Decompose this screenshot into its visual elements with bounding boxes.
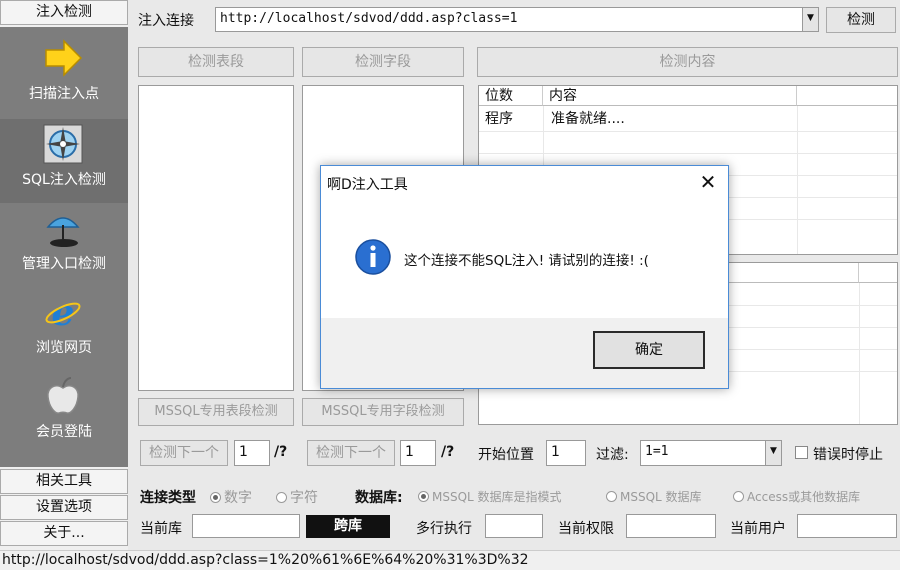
mssql-field-detect-button[interactable]: MSSQL专用字段检测 — [302, 398, 464, 426]
conn-char-label: 字符 — [290, 490, 318, 506]
mssql-table-detect-button[interactable]: MSSQL专用表段检测 — [138, 398, 294, 426]
column-header — [859, 263, 897, 283]
current-user-field[interactable] — [797, 514, 897, 538]
conn-number-radio[interactable]: 数字 — [210, 487, 252, 507]
umbrella-icon — [46, 217, 80, 247]
detect-next-button-2[interactable]: 检测下一个 — [307, 440, 395, 466]
message-dialog: 啊D注入工具 ✕ 这个连接不能SQL注入! 请试别的连接! :( 确定 — [320, 165, 729, 389]
radio-icon — [418, 491, 429, 502]
info-icon — [355, 239, 391, 275]
compass-icon — [43, 124, 83, 164]
sidebar-item-label: 会员登陆 — [36, 424, 92, 440]
radio-icon — [733, 491, 744, 502]
url-dropdown-arrow[interactable]: ▼ — [802, 8, 818, 31]
stop-on-error-checkbox[interactable] — [795, 446, 808, 459]
filter-select[interactable]: 1=1 — [640, 440, 782, 466]
detect-content-button[interactable]: 检测内容 — [477, 47, 898, 77]
radio-icon — [606, 491, 617, 502]
multi-exec-label: 多行执行 — [416, 521, 472, 537]
sidebar-item-sql-detect[interactable]: SQL注入检测 — [0, 119, 128, 203]
tab-injection-detect[interactable]: 注入检测 — [0, 0, 128, 25]
sidebar-item-scan[interactable]: 扫描注入点 — [0, 33, 128, 117]
sidebar-item-label: 浏览网页 — [36, 340, 92, 356]
dialog-message: 这个连接不能SQL注入! 请试别的连接! :( — [404, 253, 649, 269]
conn-number-label: 数字 — [224, 490, 252, 506]
dialog-title: 啊D注入工具 — [327, 177, 408, 193]
connection-type-label: 连接类型 — [140, 490, 196, 506]
check-button[interactable]: 检测 — [826, 7, 896, 33]
page-total-1: /? — [274, 444, 288, 460]
db-mssql-dba-label: MSSQL 数据库是指模式 — [432, 490, 562, 504]
column-header-digits[interactable]: 位数 — [479, 86, 543, 106]
multi-exec-field[interactable] — [485, 514, 543, 538]
database-label: 数据库: — [355, 490, 403, 506]
filter-dropdown-arrow[interactable]: ▼ — [765, 441, 781, 465]
start-position-label: 开始位置 — [478, 447, 534, 463]
sidebar: 注入检测 扫描注入点 SQL注入检测 管理入口检测 e 浏览网页 会员登陆 相关… — [0, 0, 128, 550]
cross-db-button[interactable]: 跨库 — [306, 515, 390, 538]
db-mssql-label: MSSQL 数据库 — [620, 490, 702, 504]
start-position-input[interactable]: 1 — [546, 440, 586, 466]
radio-icon — [210, 492, 221, 503]
db-access-radio[interactable]: Access或其他数据库 — [733, 488, 860, 505]
tab-related-tools[interactable]: 相关工具 — [0, 469, 128, 494]
detect-next-button-1[interactable]: 检测下一个 — [140, 440, 228, 466]
current-permission-field[interactable] — [626, 514, 716, 538]
tab-settings[interactable]: 设置选项 — [0, 495, 128, 520]
db-mssql-dba-radio[interactable]: MSSQL 数据库是指模式 — [418, 488, 562, 505]
conn-char-radio[interactable]: 字符 — [276, 487, 318, 507]
table-row-cell: 程序 — [485, 111, 513, 127]
sidebar-item-browse[interactable]: e 浏览网页 — [0, 287, 128, 371]
url-label: 注入连接 — [138, 13, 194, 29]
tab-about[interactable]: 关于... — [0, 521, 128, 546]
db-access-label: Access或其他数据库 — [747, 490, 861, 504]
current-db-label: 当前库 — [140, 521, 182, 537]
status-bar: http://localhost/sdvod/ddd.asp?class=1%2… — [0, 550, 900, 570]
arrow-right-icon — [45, 39, 83, 77]
svg-text:e: e — [52, 292, 75, 333]
sidebar-item-label: 管理入口检测 — [22, 256, 106, 272]
column-header-empty — [797, 86, 897, 106]
filter-label: 过滤: — [596, 447, 629, 463]
current-user-label: 当前用户 — [730, 521, 786, 537]
dialog-footer: 确定 — [321, 318, 728, 388]
current-permission-label: 当前权限 — [558, 521, 614, 537]
sidebar-panel: 扫描注入点 SQL注入检测 管理入口检测 e 浏览网页 会员登陆 — [0, 27, 128, 467]
db-mssql-radio[interactable]: MSSQL 数据库 — [606, 488, 702, 505]
page-input-2[interactable]: 1 — [400, 440, 436, 466]
current-db-field[interactable] — [192, 514, 300, 538]
close-icon[interactable]: ✕ — [693, 168, 723, 198]
apple-icon — [47, 377, 79, 414]
stop-on-error-label: 错误时停止 — [813, 447, 883, 463]
radio-icon — [276, 492, 287, 503]
url-input[interactable]: http://localhost/sdvod/ddd.asp?class=1 — [215, 7, 819, 32]
ie-browser-icon: e — [45, 292, 81, 333]
page-input-1[interactable]: 1 — [234, 440, 270, 466]
table-row-cell: 准备就绪.... — [551, 111, 625, 127]
detect-field-button[interactable]: 检测字段 — [302, 47, 464, 77]
sidebar-item-label: 扫描注入点 — [29, 86, 99, 102]
sidebar-item-admin-detect[interactable]: 管理入口检测 — [0, 203, 128, 287]
page-total-2: /? — [441, 444, 455, 460]
ok-button[interactable]: 确定 — [593, 331, 705, 369]
sidebar-item-member-login[interactable]: 会员登陆 — [0, 371, 128, 455]
table-list[interactable] — [138, 85, 294, 391]
detect-table-button[interactable]: 检测表段 — [138, 47, 294, 77]
sidebar-item-label: SQL注入检测 — [22, 172, 106, 188]
column-header-content[interactable]: 内容 — [543, 86, 797, 106]
